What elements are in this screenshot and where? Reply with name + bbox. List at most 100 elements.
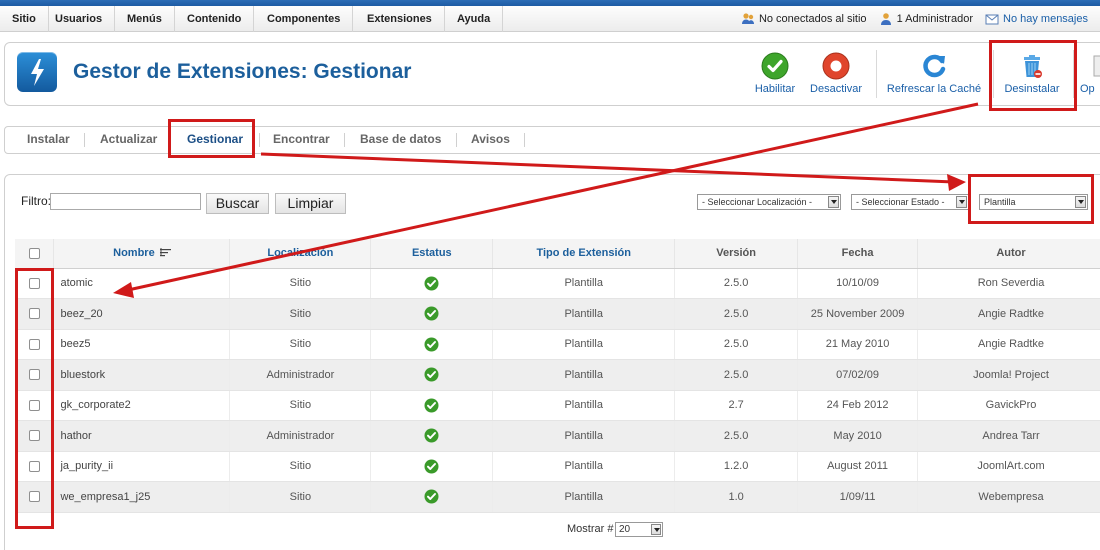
messages-link[interactable]: No hay mensajes	[985, 12, 1088, 26]
location-select-value: - Seleccionar Localización -	[702, 197, 813, 207]
extension-date: 1/09/11	[797, 481, 919, 513]
pagination-limit-select[interactable]: 20	[615, 522, 663, 537]
extension-location: Administrador	[229, 359, 372, 391]
submenu-separator	[456, 133, 457, 147]
extension-name[interactable]: atomic	[53, 268, 231, 299]
extension-type: Plantilla	[492, 451, 676, 482]
search-button[interactable]: Buscar	[206, 193, 269, 214]
chevron-down-icon	[956, 196, 967, 208]
enabled-check-icon[interactable]	[424, 337, 439, 352]
menu-sitio[interactable]: Sitio	[0, 6, 49, 32]
menu-menus[interactable]: Menús	[115, 6, 175, 32]
options-button[interactable]: Op	[1080, 52, 1100, 98]
filter-label: Filtro:	[21, 194, 51, 208]
row-select-cell	[15, 268, 55, 299]
extension-lightning-icon	[17, 52, 57, 92]
refresh-icon	[923, 54, 946, 78]
table-row: beez5 Sitio Plantilla 2.5.0 21 May 2010 …	[15, 329, 1100, 360]
sort-icon	[159, 248, 171, 257]
extension-name[interactable]: we_empresa1_j25	[53, 481, 231, 513]
row-checkbox[interactable]	[28, 369, 40, 381]
disable-button[interactable]: Desactivar	[808, 52, 864, 98]
enabled-check-icon[interactable]	[424, 428, 439, 443]
state-select[interactable]: - Seleccionar Estado -	[851, 194, 969, 210]
row-checkbox[interactable]	[28, 308, 40, 320]
extension-status	[370, 359, 494, 391]
extension-author: GavickPro	[917, 390, 1100, 421]
admins-text: 1 Administrador	[896, 13, 973, 25]
extension-name[interactable]: beez_20	[53, 298, 231, 330]
extension-date: August 2011	[797, 451, 919, 482]
extension-status	[370, 481, 494, 513]
toolbar-separator	[993, 50, 994, 98]
check-icon	[761, 52, 789, 80]
tab-encontrar[interactable]: Encontrar	[273, 132, 330, 146]
enabled-check-icon[interactable]	[424, 276, 439, 291]
enabled-check-icon[interactable]	[424, 459, 439, 474]
extension-location: Sitio	[229, 329, 372, 360]
tab-avisos[interactable]: Avisos	[471, 132, 510, 146]
type-select[interactable]: Plantilla	[979, 194, 1088, 210]
table-row: gk_corporate2 Sitio Plantilla 2.7 24 Feb…	[15, 390, 1100, 421]
select-all-checkbox[interactable]	[28, 247, 40, 259]
enabled-check-icon[interactable]	[424, 398, 439, 413]
tab-instalar[interactable]: Instalar	[27, 132, 70, 146]
menu-ayuda[interactable]: Ayuda	[445, 6, 504, 32]
enabled-check-icon[interactable]	[424, 306, 439, 321]
refresh-cache-label: Refrescar la Caché	[886, 83, 982, 95]
menu-componentes[interactable]: Componentes	[255, 6, 354, 32]
menu-contenido[interactable]: Contenido	[175, 6, 255, 32]
menu-usuarios[interactable]: Usuarios	[43, 6, 116, 32]
page-title: Gestor de Extensiones: Gestionar	[73, 60, 412, 83]
visitors-text: No conectados al sitio	[758, 13, 867, 25]
extension-name[interactable]: gk_corporate2	[53, 390, 231, 421]
row-select-cell	[15, 359, 55, 391]
row-checkbox[interactable]	[28, 430, 40, 442]
trash-icon	[1024, 55, 1042, 78]
extension-date: May 2010	[797, 420, 919, 452]
header-name[interactable]: Nombre	[53, 239, 231, 269]
row-checkbox[interactable]	[28, 338, 40, 350]
refresh-cache-button[interactable]: Refrescar la Caché	[885, 52, 983, 98]
extension-date: 07/02/09	[797, 359, 919, 391]
options-label: Op	[1080, 83, 1095, 95]
extension-status	[370, 298, 494, 330]
row-checkbox[interactable]	[28, 277, 40, 289]
header-location[interactable]: Localización	[229, 239, 372, 269]
header-status[interactable]: Estatus	[370, 239, 494, 269]
tab-actualizar[interactable]: Actualizar	[100, 132, 157, 146]
row-select-cell	[15, 390, 55, 421]
row-checkbox[interactable]	[28, 399, 40, 411]
extension-name[interactable]: bluestork	[53, 359, 231, 391]
extension-author: Angie Radtke	[917, 329, 1100, 360]
tab-base-datos[interactable]: Base de datos	[360, 132, 441, 146]
extension-date: 10/10/09	[797, 268, 919, 299]
extension-location: Sitio	[229, 451, 372, 482]
header-type[interactable]: Tipo de Extensión	[492, 239, 676, 269]
extensions-table: Nombre Localización Estatus Tipo de Exte…	[15, 239, 1100, 513]
row-checkbox[interactable]	[28, 460, 40, 472]
tab-gestionar[interactable]: Gestionar	[187, 132, 243, 146]
submenu-bar	[4, 126, 1100, 154]
extension-name[interactable]: hathor	[53, 420, 231, 452]
admin-user-icon	[880, 13, 891, 25]
chevron-down-icon	[651, 524, 661, 535]
filter-input[interactable]	[50, 193, 201, 210]
extension-date: 21 May 2010	[797, 329, 919, 360]
enable-button[interactable]: Habilitar	[754, 52, 796, 98]
location-select[interactable]: - Seleccionar Localización -	[697, 194, 841, 210]
table-row: ja_purity_ii Sitio Plantilla 1.2.0 Augus…	[15, 451, 1100, 482]
header-author: Autor	[917, 239, 1100, 269]
uninstall-button[interactable]: Desinstalar	[1003, 52, 1061, 98]
enabled-check-icon[interactable]	[424, 367, 439, 382]
menu-extensiones[interactable]: Extensiones	[355, 6, 445, 32]
row-checkbox[interactable]	[28, 491, 40, 503]
chevron-down-icon	[1075, 196, 1086, 208]
extension-name[interactable]: ja_purity_ii	[53, 451, 231, 482]
extension-type: Plantilla	[492, 481, 676, 513]
extension-type: Plantilla	[492, 359, 676, 391]
extension-name[interactable]: beez5	[53, 329, 231, 360]
clear-button[interactable]: Limpiar	[275, 193, 346, 214]
type-select-value: Plantilla	[984, 197, 1016, 207]
enabled-check-icon[interactable]	[424, 489, 439, 504]
